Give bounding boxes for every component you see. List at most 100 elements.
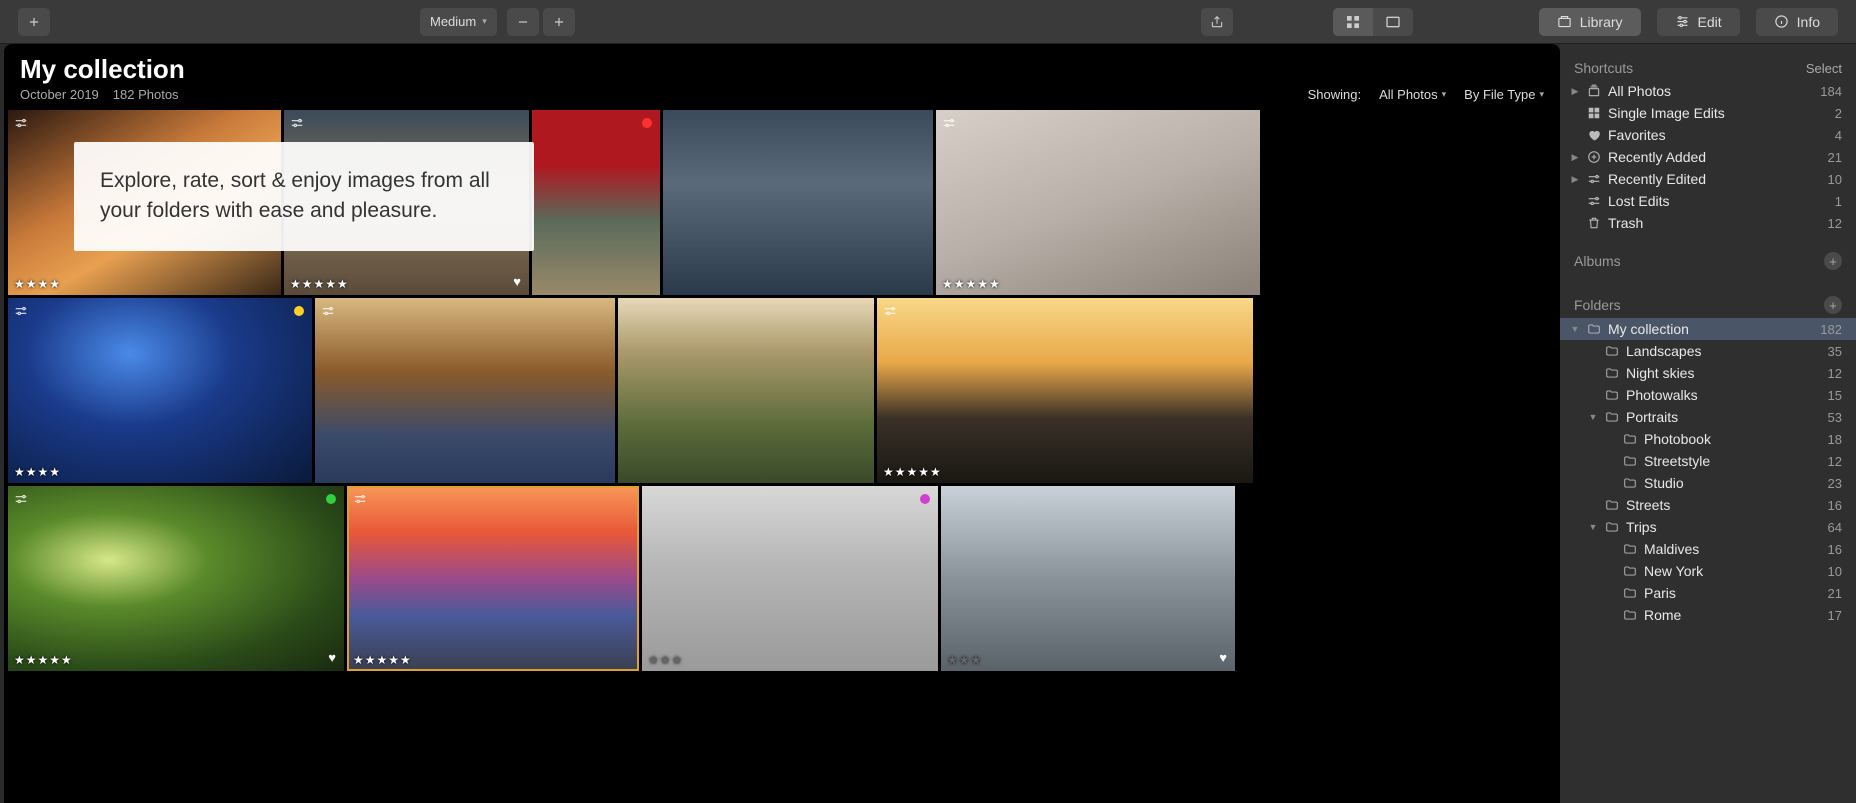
disclosure-triangle-icon: ▼ bbox=[1588, 412, 1598, 422]
photo-thumbnail[interactable]: ★★★♥ bbox=[941, 486, 1235, 671]
sidebar-item-label: Recently Edited bbox=[1608, 171, 1822, 187]
folder-icon bbox=[1622, 608, 1638, 622]
select-button[interactable]: Select bbox=[1806, 61, 1842, 76]
heart-icon bbox=[1586, 128, 1602, 142]
folder-item-rome[interactable]: Rome17 bbox=[1560, 604, 1856, 626]
view-mode-segment bbox=[1333, 8, 1413, 36]
size-increase-button[interactable] bbox=[543, 8, 575, 36]
sidebar-item-count: 10 bbox=[1828, 172, 1842, 187]
thumbnail-size-select[interactable]: Medium ▾ bbox=[420, 8, 497, 36]
sidebar: Shortcuts Select ▶All Photos184Single Im… bbox=[1560, 44, 1856, 803]
toolbar: Medium ▾ Library Edit Info bbox=[0, 0, 1856, 44]
photo-thumbnail[interactable] bbox=[663, 110, 933, 295]
albums-section-header: Albums + bbox=[1560, 244, 1856, 274]
adjustments-icon bbox=[321, 304, 335, 318]
folder-item-studio[interactable]: Studio23 bbox=[1560, 472, 1856, 494]
star-rating: ★★★ bbox=[648, 653, 683, 667]
folder-label: Studio bbox=[1644, 475, 1822, 491]
photo-thumbnail[interactable]: ★★★★★ bbox=[936, 110, 1260, 295]
folder-item-portraits[interactable]: ▼Portraits53 bbox=[1560, 406, 1856, 428]
star-rating: ★★★★★ bbox=[353, 653, 412, 667]
tab-library[interactable]: Library bbox=[1539, 8, 1641, 36]
folder-label: Maldives bbox=[1644, 541, 1822, 557]
filter-all-photos[interactable]: All Photos▾ bbox=[1379, 87, 1446, 102]
photo-thumbnail[interactable]: ★★★★★ bbox=[877, 298, 1253, 483]
folder-count: 182 bbox=[1820, 322, 1842, 337]
color-label-dot bbox=[920, 494, 930, 504]
folder-count: 10 bbox=[1828, 564, 1842, 579]
sidebar-item-label: Favorites bbox=[1608, 127, 1829, 143]
disclosure-triangle-icon: ▶ bbox=[1570, 152, 1580, 163]
color-label-dot bbox=[642, 118, 652, 128]
folder-icon bbox=[1622, 564, 1638, 578]
folder-count: 35 bbox=[1828, 344, 1842, 359]
photo-thumbnail[interactable] bbox=[618, 298, 874, 483]
photo-count: 182 Photos bbox=[113, 87, 179, 102]
folder-item-maldives[interactable]: Maldives16 bbox=[1560, 538, 1856, 560]
folder-label: Photowalks bbox=[1626, 387, 1822, 403]
sidebar-item-count: 2 bbox=[1835, 106, 1842, 121]
share-button[interactable] bbox=[1201, 8, 1233, 36]
folder-item-photowalks[interactable]: Photowalks 15 bbox=[1560, 384, 1856, 406]
folder-item-new-york[interactable]: New York10 bbox=[1560, 560, 1856, 582]
photo-thumbnail[interactable]: ★★★★ bbox=[8, 298, 312, 483]
sidebar-item-recently-edited[interactable]: ▶ Recently Edited 10 bbox=[1560, 168, 1856, 190]
collection-date: October 2019 bbox=[20, 87, 99, 102]
folder-count: 21 bbox=[1828, 586, 1842, 601]
grid-view-button[interactable] bbox=[1333, 8, 1373, 36]
tab-edit[interactable]: Edit bbox=[1657, 8, 1740, 36]
star-rating: ★★★★★ bbox=[942, 277, 1001, 291]
sidebar-item-single-image-edits[interactable]: Single Image Edits2 bbox=[1560, 102, 1856, 124]
folder-item-trips[interactable]: ▼Trips64 bbox=[1560, 516, 1856, 538]
add-button[interactable] bbox=[18, 8, 50, 36]
chevron-down-icon: ▾ bbox=[1539, 89, 1544, 100]
add-folder-button[interactable]: + bbox=[1824, 296, 1842, 314]
photo-thumbnail[interactable] bbox=[315, 298, 615, 483]
folder-icon bbox=[1604, 498, 1620, 512]
collection-title: My collection bbox=[20, 54, 185, 85]
folder-count: 16 bbox=[1828, 498, 1842, 513]
sidebar-item-recently-added[interactable]: ▶Recently Added21 bbox=[1560, 146, 1856, 168]
folder-label: Streets bbox=[1626, 497, 1822, 513]
folder-item-my-collection[interactable]: ▼My collection182 bbox=[1560, 318, 1856, 340]
feature-callout: Explore, rate, sort & enjoy images from … bbox=[74, 142, 534, 251]
size-decrease-button[interactable] bbox=[507, 8, 539, 36]
color-label-dot bbox=[326, 494, 336, 504]
disclosure-triangle-icon: ▶ bbox=[1570, 174, 1580, 185]
adjustments-icon bbox=[353, 492, 367, 506]
folder-item-night-skies[interactable]: Night skies 12 bbox=[1560, 362, 1856, 384]
photo-thumbnail[interactable] bbox=[532, 110, 660, 295]
sidebar-item-label: Trash bbox=[1608, 215, 1822, 231]
folder-label: Night skies bbox=[1626, 365, 1822, 381]
folder-item-streetstyle[interactable]: Streetstyle12 bbox=[1560, 450, 1856, 472]
star-rating: ★★★★ bbox=[14, 277, 61, 291]
photo-thumbnail[interactable]: ★★★★★ bbox=[347, 486, 639, 671]
folder-item-paris[interactable]: Paris21 bbox=[1560, 582, 1856, 604]
sidebar-item-favorites[interactable]: Favorites4 bbox=[1560, 124, 1856, 146]
sidebar-item-all-photos[interactable]: ▶All Photos184 bbox=[1560, 80, 1856, 102]
photo-thumbnail[interactable]: ★★★★★♥ bbox=[8, 486, 344, 671]
folder-item-streets[interactable]: Streets 16 bbox=[1560, 494, 1856, 516]
folder-label: Photobook bbox=[1644, 431, 1822, 447]
add-album-button[interactable]: + bbox=[1824, 252, 1842, 270]
folder-icon bbox=[1622, 454, 1638, 468]
photo-thumbnail[interactable]: ★★★ bbox=[642, 486, 938, 671]
filter-by-type[interactable]: By File Type▾ bbox=[1464, 87, 1544, 102]
folder-count: 15 bbox=[1828, 388, 1842, 403]
folder-icon bbox=[1604, 366, 1620, 380]
sidebar-item-lost-edits[interactable]: Lost Edits1 bbox=[1560, 190, 1856, 212]
single-view-button[interactable] bbox=[1373, 8, 1413, 36]
folder-count: 12 bbox=[1828, 366, 1842, 381]
tab-info[interactable]: Info bbox=[1756, 8, 1838, 36]
disclosure-triangle-icon: ▼ bbox=[1570, 324, 1580, 334]
folder-item-landscapes[interactable]: Landscapes35 bbox=[1560, 340, 1856, 362]
favorite-icon: ♥ bbox=[513, 274, 521, 289]
folder-label: Rome bbox=[1644, 607, 1822, 623]
folder-icon bbox=[1622, 586, 1638, 600]
sidebar-item-count: 12 bbox=[1828, 216, 1842, 231]
adjustments-icon bbox=[14, 116, 28, 130]
folder-count: 18 bbox=[1828, 432, 1842, 447]
sidebar-item-trash[interactable]: Trash 12 bbox=[1560, 212, 1856, 234]
stack-icon bbox=[1586, 84, 1602, 98]
folder-item-photobook[interactable]: Photobook 18 bbox=[1560, 428, 1856, 450]
